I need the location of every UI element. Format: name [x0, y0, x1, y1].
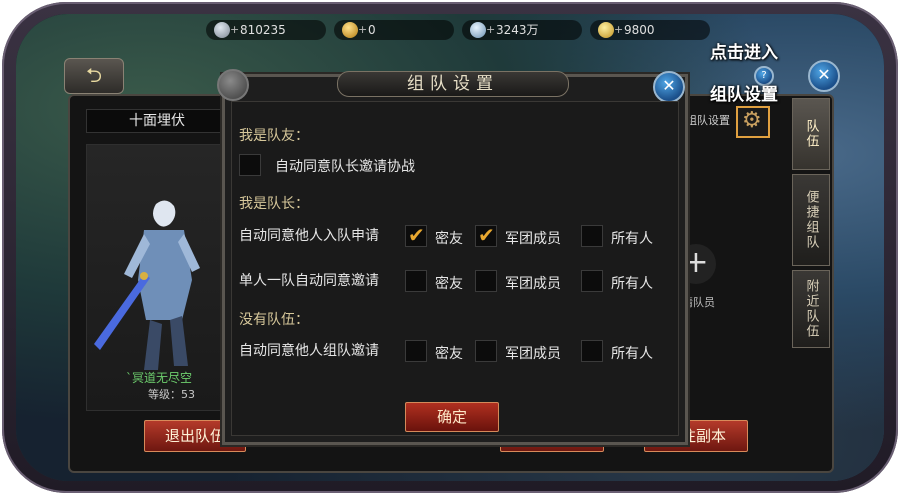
- character-portrait: [94, 200, 200, 370]
- option-friend: 密友: [435, 346, 463, 362]
- hint-team-settings: 组队设置: [710, 85, 778, 105]
- checkbox-solo-guild[interactable]: [475, 270, 497, 292]
- section-member: 我是队友：: [239, 128, 309, 144]
- row-auto-accept-leader: 自动同意队长邀请协战: [275, 159, 415, 175]
- checkbox-solo-friend[interactable]: [405, 270, 427, 292]
- checkbox-invite-guild[interactable]: [475, 340, 497, 362]
- back-button[interactable]: ⮌: [64, 58, 124, 94]
- resource-bar: + 810235 + 0 + 3243万 + 9800: [206, 20, 718, 42]
- checkbox-invite-all[interactable]: [581, 340, 603, 362]
- phone-frame: + 810235 + 0 + 3243万 + 9800 ⮌ 十面埋伏 ˋ冥道无尽…: [2, 2, 898, 493]
- option-all: 所有人: [611, 231, 653, 247]
- dialog-title: 组队设置: [337, 71, 569, 97]
- option-guild: 军团成员: [505, 231, 561, 247]
- checkbox-solo-all[interactable]: [581, 270, 603, 292]
- checkbox-apply-guild[interactable]: [475, 223, 497, 247]
- close-icon: ✕: [662, 76, 676, 95]
- tab-nearby-teams[interactable]: 附近队伍: [792, 270, 830, 348]
- team-settings-button[interactable]: ⚙: [736, 106, 770, 138]
- section-none: 没有队伍：: [239, 312, 309, 328]
- diamond-icon: [470, 22, 486, 38]
- game-screen: + 810235 + 0 + 3243万 + 9800 ⮌ 十面埋伏 ˋ冥道无尽…: [16, 14, 884, 481]
- tab-quick-team[interactable]: 便捷组队: [792, 174, 830, 266]
- dialog-close-button[interactable]: ✕: [653, 71, 685, 103]
- resource-value: 810235: [240, 23, 286, 37]
- option-all: 所有人: [611, 346, 653, 362]
- panel-close-button[interactable]: ✕: [808, 60, 840, 92]
- gear-icon: ⚙: [742, 108, 762, 133]
- silver-coin-icon: [214, 22, 230, 38]
- checkbox-apply-all[interactable]: [581, 225, 603, 247]
- row-auto-accept-apply: 自动同意他人入队申请: [239, 228, 379, 244]
- location-name: 十面埋伏: [86, 109, 228, 133]
- checkbox-auto-accept-leader[interactable]: [239, 154, 261, 176]
- tab-team[interactable]: 队伍: [792, 98, 830, 170]
- gold-coin-icon: [342, 22, 358, 38]
- option-guild: 军团成员: [505, 276, 561, 292]
- character-name: ˋ冥道无尽空: [126, 371, 193, 385]
- option-all: 所有人: [611, 276, 653, 292]
- resource-value: 9800: [624, 23, 655, 37]
- dialog-body: [231, 101, 679, 436]
- resource-value: 3243万: [496, 23, 539, 37]
- option-friend: 密友: [435, 231, 463, 247]
- ingot-icon: [598, 22, 614, 38]
- dialog-ornament-icon: [217, 69, 249, 101]
- hint-enter: 点击进入: [710, 43, 778, 63]
- row-auto-accept-invite: 自动同意他人组队邀请: [239, 343, 379, 359]
- checkbox-apply-friend[interactable]: [405, 223, 427, 247]
- checkbox-invite-friend[interactable]: [405, 340, 427, 362]
- team-settings-dialog: 组队设置 ✕ 我是队友： 自动同意队长邀请协战 我是队长： 自动同意他人入队申请…: [217, 69, 688, 445]
- resource-gold[interactable]: + 0: [334, 20, 454, 40]
- team-settings-label: 组队设置: [686, 114, 730, 127]
- close-icon: ✕: [817, 65, 831, 84]
- option-guild: 军团成员: [505, 346, 561, 362]
- resource-value: 0: [368, 23, 376, 37]
- confirm-button[interactable]: 确定: [405, 402, 499, 432]
- back-arrow-icon: ⮌: [85, 63, 103, 87]
- row-solo-auto-accept: 单人一队自动同意邀请: [239, 273, 379, 289]
- resource-ingot[interactable]: + 9800: [590, 20, 710, 40]
- section-leader: 我是队长：: [239, 196, 309, 212]
- option-friend: 密友: [435, 276, 463, 292]
- resource-silver[interactable]: + 810235: [206, 20, 326, 40]
- resource-diamond[interactable]: + 3243万: [462, 20, 582, 40]
- character-level: 等级：53: [148, 388, 195, 401]
